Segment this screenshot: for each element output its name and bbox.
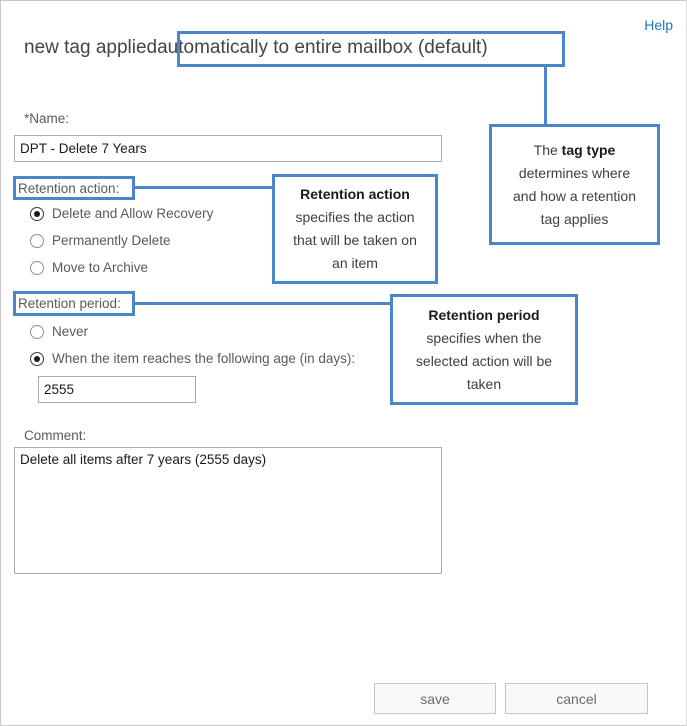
radio-label: When the item reaches the following age …	[52, 351, 356, 366]
cancel-button[interactable]: cancel	[505, 683, 648, 714]
callout-retention-period-line3: selected action will be	[415, 352, 553, 369]
radio-icon[interactable]	[30, 234, 44, 248]
callout-retention-period-line1: Retention period	[428, 306, 540, 323]
radio-icon[interactable]	[30, 325, 44, 339]
radio-label: Never	[52, 324, 89, 339]
connector-retention-action	[135, 186, 272, 189]
callout-tag-type: The tag type determines where and how a …	[489, 124, 660, 245]
radio-label: Move to Archive	[52, 260, 149, 275]
radio-move-to-archive[interactable]: Move to Archive	[30, 259, 148, 277]
callout-tag-type-text: The tag type determines where and how a …	[513, 139, 636, 231]
callout-retention-action-line4: an item	[332, 255, 378, 271]
radio-icon[interactable]	[30, 352, 44, 366]
help-link[interactable]: Help	[644, 16, 673, 34]
callout-retention-action: Retention action specifies the action th…	[272, 174, 438, 284]
radio-label: Permanently Delete	[52, 233, 171, 248]
cancel-button-label: cancel	[556, 690, 597, 707]
radio-permanently-delete[interactable]: Permanently Delete	[30, 232, 171, 250]
callout-tag-type-line4: tag applies	[540, 210, 609, 227]
save-button-label: save	[420, 690, 450, 707]
page-title-prefix: new tag applied	[24, 37, 158, 58]
name-input[interactable]	[14, 135, 442, 162]
callout-retention-period: Retention period specifies when the sele…	[390, 294, 578, 405]
callout-retention-action-line2: specifies the action	[295, 209, 415, 225]
connector-retention-period	[135, 302, 390, 305]
retention-action-label: Retention action:	[18, 181, 120, 196]
callout-retention-period-text: Retention period specifies when the sele…	[416, 304, 552, 396]
callout-retention-action-line1: Retention action	[300, 186, 410, 202]
annotation-box-tag-type	[177, 31, 565, 67]
radio-never[interactable]: Never	[30, 323, 88, 341]
callout-tag-type-line3: and how a retention	[513, 187, 636, 204]
radio-icon[interactable]	[30, 207, 44, 221]
comment-textarea[interactable]	[14, 447, 442, 574]
callout-retention-action-text: Retention action specifies the action th…	[293, 183, 417, 275]
callout-retention-period-line2: specifies when the	[426, 329, 542, 346]
connector-tag-type	[544, 66, 547, 124]
callout-tag-type-line1-normal: The	[533, 141, 562, 158]
callout-retention-period-line4: taken	[466, 375, 502, 392]
callout-tag-type-line1-bold: tag type	[561, 141, 616, 158]
radio-delete-and-allow-recovery[interactable]: Delete and Allow Recovery	[30, 205, 213, 223]
callout-retention-action-line3: that will be taken on	[293, 232, 417, 248]
retention-period-label: Retention period:	[18, 296, 121, 311]
callout-tag-type-line2: determines where	[518, 164, 631, 181]
retention-tag-dialog: Help new tag applied automatically to en…	[0, 0, 687, 726]
comment-label: Comment:	[24, 428, 87, 443]
age-days-input[interactable]	[38, 376, 196, 403]
save-button[interactable]: save	[374, 683, 496, 714]
name-label: *Name:	[24, 111, 70, 126]
radio-when-item-reaches-age[interactable]: When the item reaches the following age …	[30, 350, 355, 368]
radio-label: Delete and Allow Recovery	[52, 206, 214, 221]
radio-icon[interactable]	[30, 261, 44, 275]
